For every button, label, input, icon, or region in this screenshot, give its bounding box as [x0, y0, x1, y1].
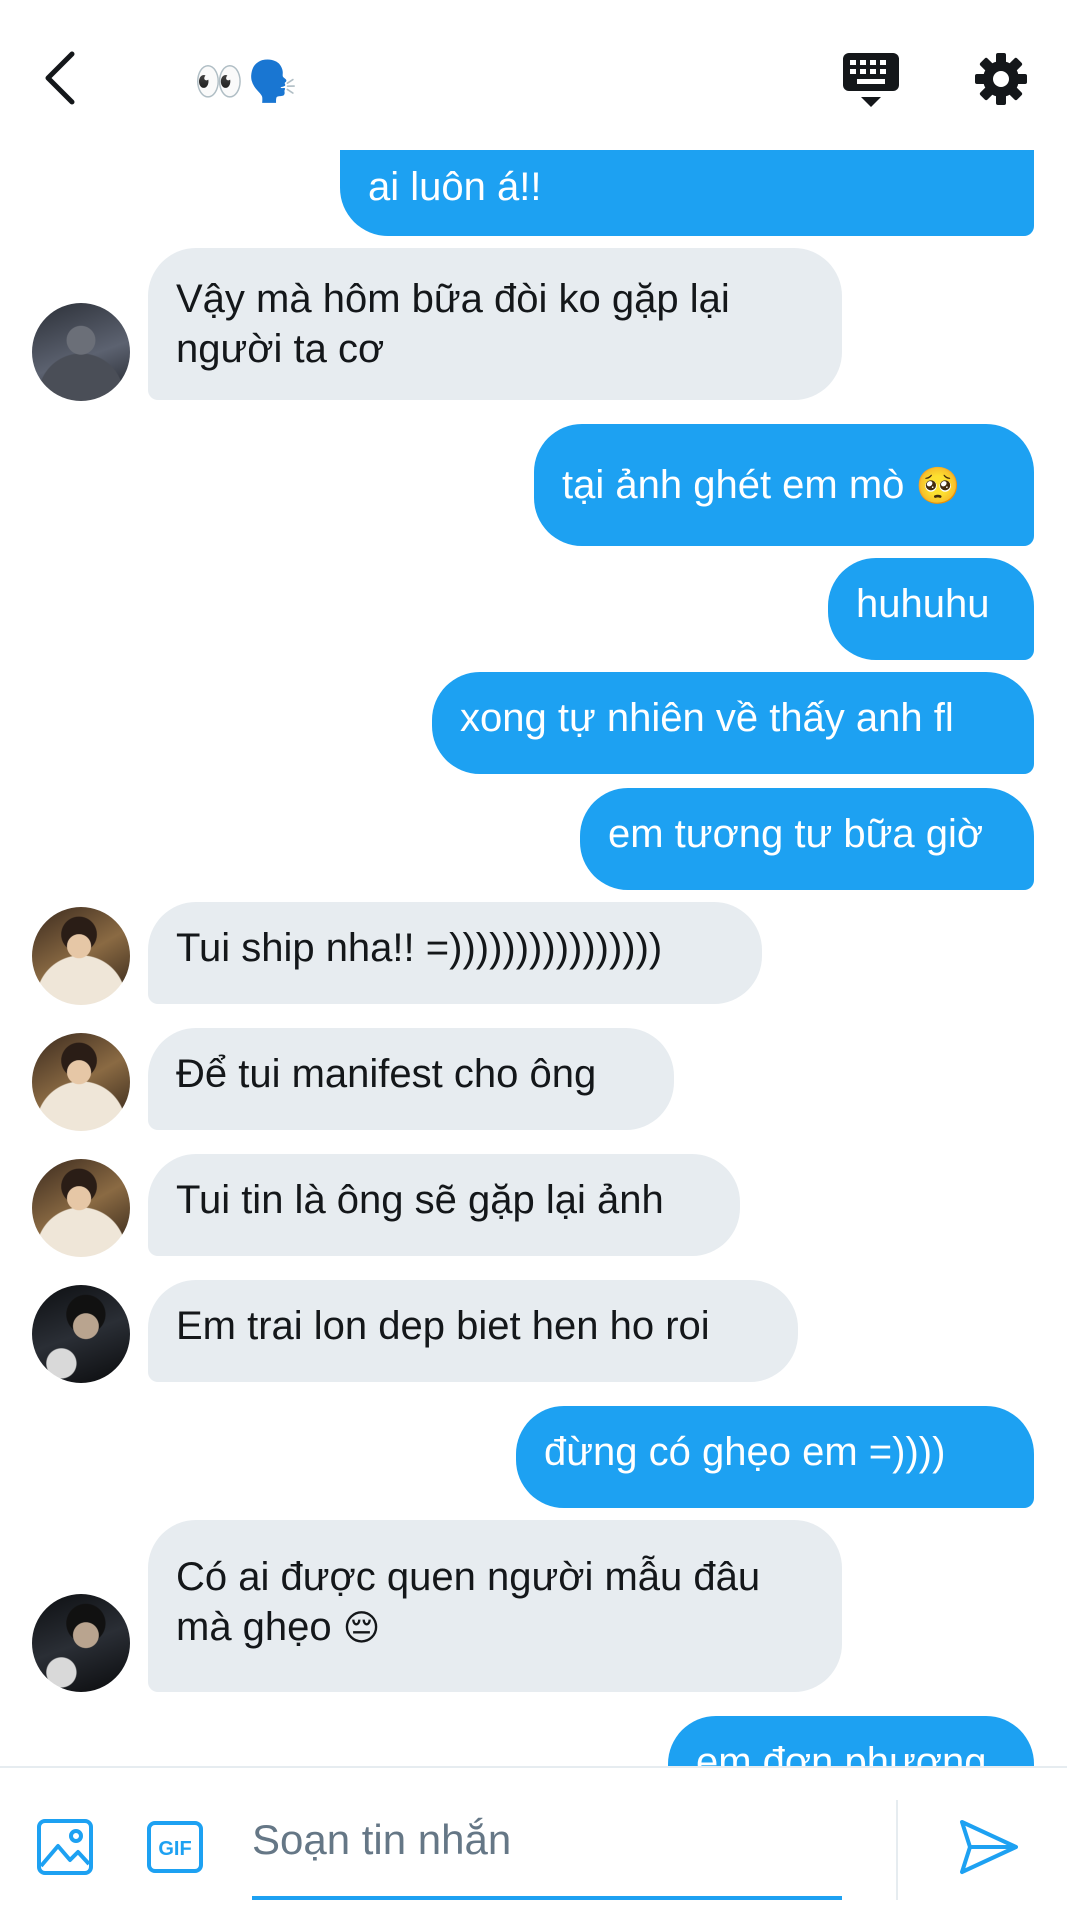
message-text: mà ghẹo — [176, 1605, 332, 1649]
message-text: em đơn phương — [696, 1740, 987, 1766]
gif-label: GIF — [158, 1838, 191, 1860]
message-text: huhuhu — [856, 582, 990, 626]
message-text: Để tui manifest cho ông — [176, 1052, 597, 1096]
message-text: xong tự nhiên về thấy anh fl — [460, 696, 954, 740]
message-outgoing[interactable]: đừng có ghẹo em =)))) — [516, 1406, 1034, 1508]
conversation-title[interactable]: 👀🗣️ — [194, 56, 302, 108]
message-text: ai luôn á!! — [368, 165, 542, 209]
message-outgoing[interactable]: em tương tư bữa giờ — [580, 788, 1034, 890]
message-text: Em trai lon dep biet hen ho roi — [176, 1304, 710, 1348]
send-icon — [960, 1820, 1018, 1874]
gif-icon: GIF — [147, 1821, 203, 1873]
send-button[interactable] — [956, 1814, 1022, 1880]
message-text-line-2: mà ghẹo 😔 — [176, 1602, 814, 1654]
dm-conversation-screen: ai luôn á!! Vậy mà hôm bữa đòi ko gặp lạ… — [0, 0, 1067, 1920]
message-text: em tương tư bữa giờ — [608, 812, 984, 856]
message-outgoing[interactable]: em đơn phương — [668, 1716, 1034, 1766]
message-outgoing[interactable]: huhuhu — [828, 558, 1034, 660]
message-incoming[interactable]: Có ai được quen người mẫu đâu mà ghẹo 😔 — [148, 1520, 842, 1692]
message-text: Tui tin là ông sẽ gặp lại ảnh — [176, 1178, 664, 1222]
message-incoming[interactable]: Tui ship nha!! =)))))))))))))))) — [148, 902, 762, 1004]
message-incoming[interactable]: Tui tin là ông sẽ gặp lại ảnh — [148, 1154, 740, 1256]
pensive-face-emoji: 😔 — [342, 1608, 381, 1649]
message-text-line-2: người ta cơ — [176, 327, 385, 371]
keyboard-button[interactable] — [836, 46, 906, 112]
message-incoming[interactable]: Vậy mà hôm bữa đòi ko gặp lại người ta c… — [148, 248, 842, 400]
back-button[interactable] — [30, 40, 90, 116]
pleading-face-emoji: 🥺 — [915, 466, 961, 507]
gear-icon — [975, 53, 1027, 105]
message-incoming[interactable]: Em trai lon dep biet hen ho roi — [148, 1280, 798, 1382]
message-incoming[interactable]: Để tui manifest cho ông — [148, 1028, 674, 1130]
message-text: đừng có ghẹo em =)))) — [544, 1430, 946, 1474]
avatar[interactable] — [32, 1594, 130, 1692]
message-input-wrapper — [252, 1790, 842, 1900]
chevron-left-icon — [45, 51, 75, 105]
message-outgoing[interactable]: tại ảnh ghét em mò 🥺 — [534, 424, 1034, 546]
message-outgoing[interactable]: xong tự nhiên về thấy anh fl — [432, 672, 1034, 774]
add-gif-button[interactable]: GIF — [146, 1820, 204, 1874]
avatar[interactable] — [32, 1159, 130, 1257]
avatar[interactable] — [32, 907, 130, 1005]
conversation-header: 👀🗣️ — [0, 0, 1067, 150]
avatar[interactable] — [32, 1285, 130, 1383]
message-text: tại ảnh ghét em mò — [562, 463, 905, 507]
keyboard-icon — [843, 53, 899, 107]
settings-button[interactable] — [968, 46, 1034, 112]
image-icon — [37, 1819, 93, 1875]
message-text: Tui ship nha!! =)))))))))))))))) — [176, 926, 663, 970]
avatar[interactable] — [32, 303, 130, 401]
message-composer: GIF — [0, 1766, 1067, 1920]
add-image-button[interactable] — [36, 1818, 94, 1876]
message-list[interactable]: ai luôn á!! Vậy mà hôm bữa đòi ko gặp lạ… — [0, 0, 1067, 1766]
composer-divider — [896, 1800, 898, 1900]
avatar[interactable] — [32, 1033, 130, 1131]
message-text-line-1: Có ai được quen người mẫu đâu — [176, 1555, 761, 1599]
message-input[interactable] — [252, 1810, 842, 1870]
message-text-line-1: Vậy mà hôm bữa đòi ko gặp lại — [176, 277, 730, 321]
